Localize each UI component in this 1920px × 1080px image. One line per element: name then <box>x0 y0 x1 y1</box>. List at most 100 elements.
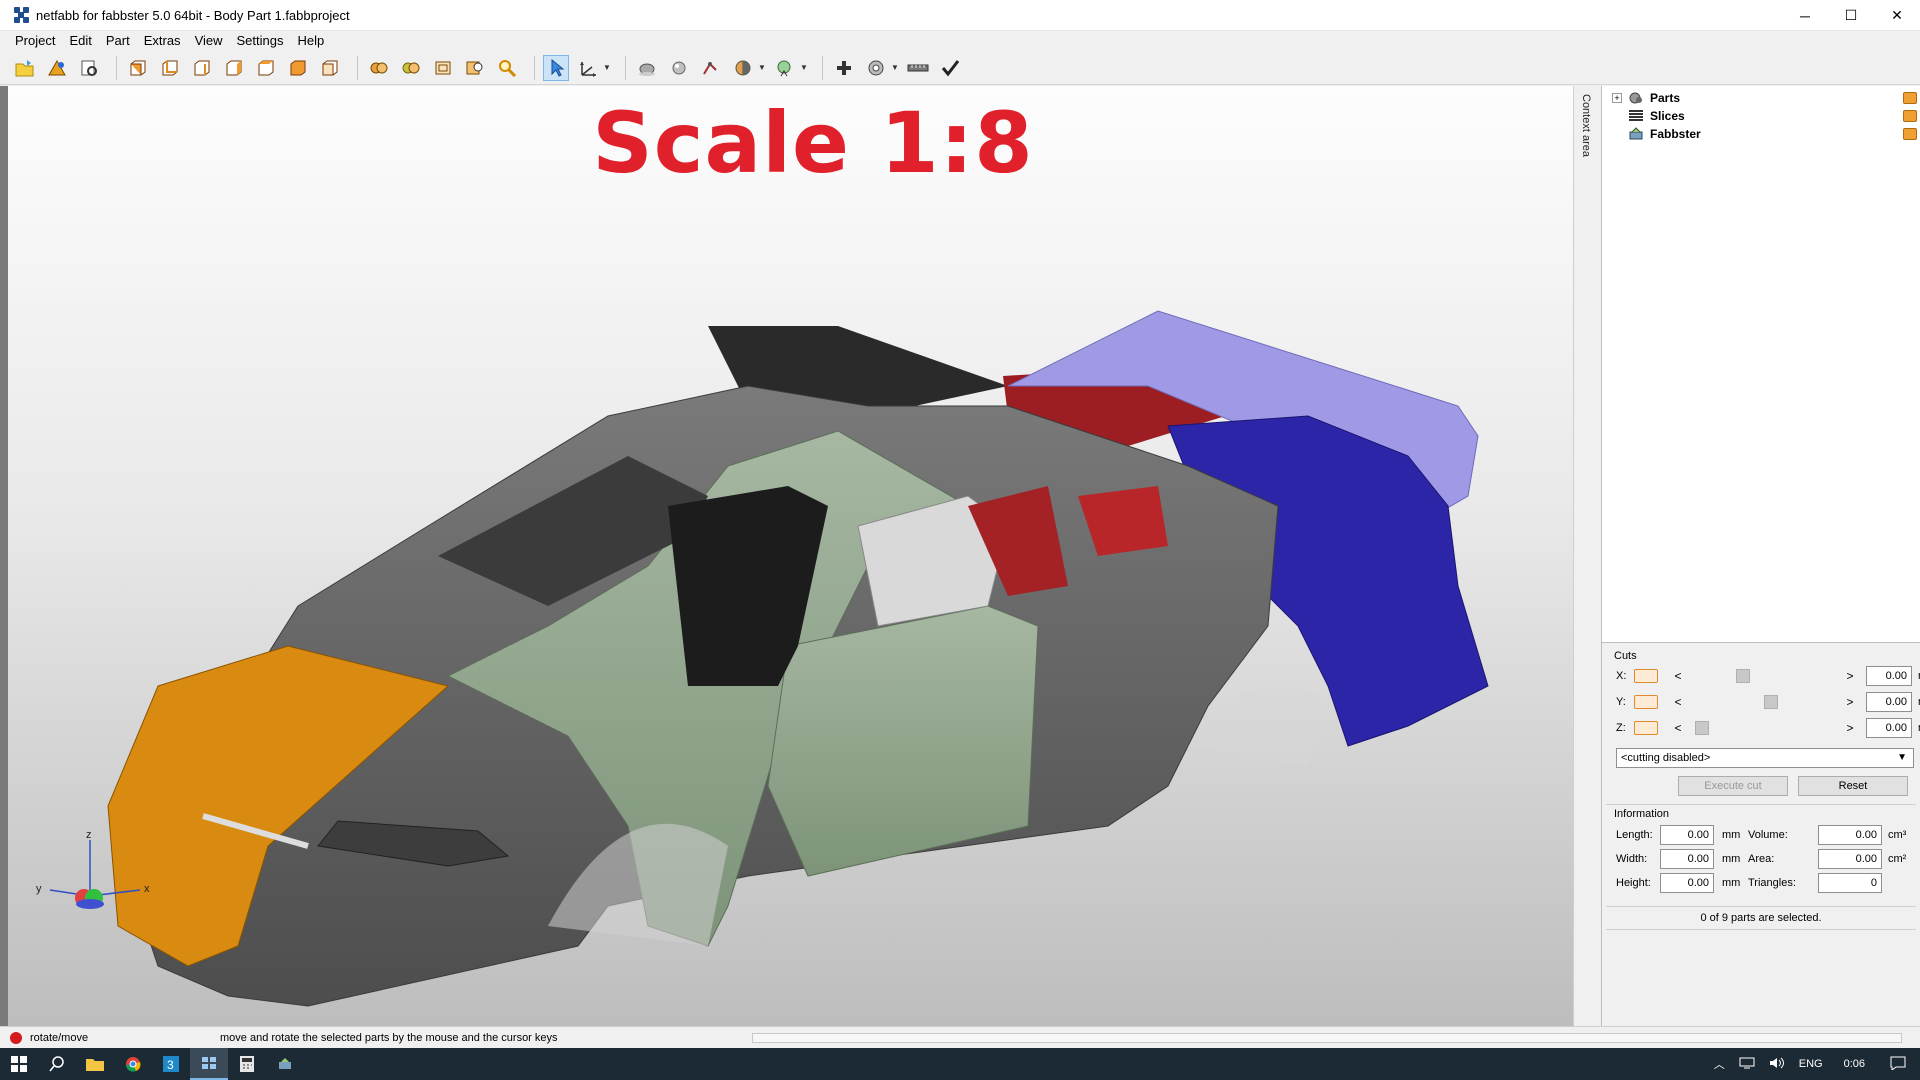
height-value: 0.00 <box>1660 873 1714 893</box>
project-tree: + Parts Slices Fabbster <box>1602 86 1920 643</box>
search-icon[interactable] <box>38 1048 76 1080</box>
zoom-platform-icon[interactable] <box>430 55 456 81</box>
add-icon[interactable] <box>831 55 857 81</box>
cut-decrement-button[interactable]: < <box>1672 695 1684 709</box>
reset-button[interactable]: Reset <box>1798 776 1908 796</box>
cut-decrement-button[interactable]: < <box>1672 669 1684 683</box>
tree-item-parts[interactable]: + Parts <box>1612 89 1917 107</box>
fabbster-task-icon[interactable] <box>266 1048 304 1080</box>
menu-edit[interactable]: Edit <box>62 31 98 51</box>
cut-row-y: Y: < > 0.00 mm <box>1616 692 1920 712</box>
cut-value-input[interactable]: 0.00 <box>1866 718 1912 738</box>
cut-row-x: X: < > 0.00 mm <box>1616 666 1920 686</box>
maximize-button[interactable]: ☐ <box>1828 0 1874 31</box>
color-dropdown-icon[interactable]: ▼ <box>758 63 766 72</box>
analysis-dropdown-icon[interactable]: ▼ <box>800 63 808 72</box>
volume-label: Volume: <box>1748 829 1788 841</box>
language-indicator[interactable]: ENG <box>1799 1058 1823 1070</box>
cut-increment-button[interactable]: > <box>1844 669 1856 683</box>
menu-help[interactable]: Help <box>291 31 332 51</box>
view-top-icon[interactable] <box>253 55 279 81</box>
cut-color-swatch[interactable] <box>1634 695 1658 709</box>
repair-dropdown-icon[interactable]: ▼ <box>891 63 899 72</box>
add-part-icon[interactable] <box>44 55 70 81</box>
cut-increment-button[interactable]: > <box>1844 695 1856 709</box>
color-mode-icon[interactable] <box>730 55 756 81</box>
menu-part[interactable]: Part <box>99 31 137 51</box>
3d-viewport[interactable]: Scale 1:8 z x y <box>8 86 1573 1026</box>
calculator-icon[interactable] <box>228 1048 266 1080</box>
clock[interactable]: 0:06 <box>1844 1058 1865 1070</box>
tree-item-fabbster[interactable]: Fabbster <box>1612 125 1917 143</box>
car-body-model[interactable] <box>8 86 1573 1026</box>
svg-text:3: 3 <box>167 1058 174 1072</box>
context-area-splitter[interactable]: Context area <box>1573 86 1601 1026</box>
app-3-icon[interactable]: 3 <box>152 1048 190 1080</box>
cut-slider-x[interactable] <box>1688 669 1840 683</box>
folder-tag-icon[interactable] <box>1903 110 1917 122</box>
view-right-icon[interactable] <box>221 55 247 81</box>
view-iso-icon[interactable] <box>317 55 343 81</box>
cut-slider-z[interactable] <box>1688 721 1840 735</box>
chrome-icon[interactable] <box>114 1048 152 1080</box>
file-explorer-icon[interactable] <box>76 1048 114 1080</box>
folder-tag-icon[interactable] <box>1903 128 1917 140</box>
shading-icon[interactable] <box>634 55 660 81</box>
cut-decrement-button[interactable]: < <box>1672 721 1684 735</box>
view-bottom-icon[interactable] <box>285 55 311 81</box>
slider-thumb[interactable] <box>1736 669 1750 683</box>
volume-icon[interactable] <box>1769 1057 1785 1072</box>
view-back-icon[interactable] <box>157 55 183 81</box>
cut-color-swatch[interactable] <box>1634 721 1658 735</box>
execute-cut-button[interactable]: Execute cut <box>1678 776 1788 796</box>
select-pointer-icon[interactable] <box>543 54 569 81</box>
zoom-icon[interactable] <box>494 55 520 81</box>
area-label: Area: <box>1748 853 1775 865</box>
check-icon[interactable] <box>937 55 963 81</box>
tray-expand-icon[interactable]: ︿ <box>1714 1056 1725 1072</box>
repair-icon[interactable] <box>863 55 889 81</box>
move-axes-icon[interactable] <box>575 55 601 81</box>
windows-start-icon[interactable] <box>0 1048 38 1080</box>
menu-project[interactable]: Project <box>8 31 62 51</box>
cut-slider-y[interactable] <box>1688 695 1840 709</box>
network-icon[interactable] <box>1739 1057 1755 1072</box>
move-dropdown-icon[interactable]: ▼ <box>603 63 611 72</box>
render-icon[interactable] <box>666 55 692 81</box>
zoom-window-icon[interactable] <box>462 55 488 81</box>
cut-axis-label: X: <box>1616 670 1627 682</box>
slider-thumb[interactable] <box>1764 695 1778 709</box>
expand-icon[interactable]: + <box>1612 93 1622 103</box>
close-button[interactable]: ✕ <box>1874 0 1920 31</box>
menu-view[interactable]: View <box>188 31 230 51</box>
zoom-selection-icon[interactable] <box>398 55 424 81</box>
info-row-2: Width: 0.00 mm Area: 0.00 cm² <box>1616 848 1906 870</box>
cut-color-swatch[interactable] <box>1634 669 1658 683</box>
measure-icon[interactable] <box>698 55 724 81</box>
zoom-all-icon[interactable] <box>366 55 392 81</box>
ruler-icon[interactable] <box>905 55 931 81</box>
minimize-button[interactable]: ─ <box>1782 0 1828 31</box>
netfabb-app-icon <box>14 7 30 23</box>
cutting-mode-select[interactable]: <cutting disabled> ▼ <box>1616 748 1914 768</box>
cut-value-input[interactable]: 0.00 <box>1866 692 1912 712</box>
cut-value-input[interactable]: 0.00 <box>1866 666 1912 686</box>
view-left-icon[interactable] <box>189 55 215 81</box>
open-project-icon[interactable] <box>12 55 38 81</box>
information-title: Information <box>1614 808 1670 820</box>
netfabb-task-icon[interactable] <box>190 1048 228 1080</box>
menu-settings[interactable]: Settings <box>230 31 291 51</box>
part-properties-icon[interactable] <box>76 55 102 81</box>
menu-bar: Project Edit Part Extras View Settings H… <box>0 31 1920 51</box>
cut-increment-button[interactable]: > <box>1844 721 1856 735</box>
menu-extras[interactable]: Extras <box>137 31 188 51</box>
slider-thumb[interactable] <box>1695 721 1709 735</box>
cut-axis-label: Z: <box>1616 722 1626 734</box>
folder-tag-icon[interactable] <box>1903 92 1917 104</box>
notification-icon[interactable] <box>1890 1056 1906 1073</box>
analysis-icon[interactable] <box>772 55 798 81</box>
tree-item-slices[interactable]: Slices <box>1612 107 1917 125</box>
view-front-icon[interactable] <box>125 55 151 81</box>
status-bar: rotate/move move and rotate the selected… <box>0 1026 1920 1048</box>
triangles-label: Triangles: <box>1748 877 1796 889</box>
